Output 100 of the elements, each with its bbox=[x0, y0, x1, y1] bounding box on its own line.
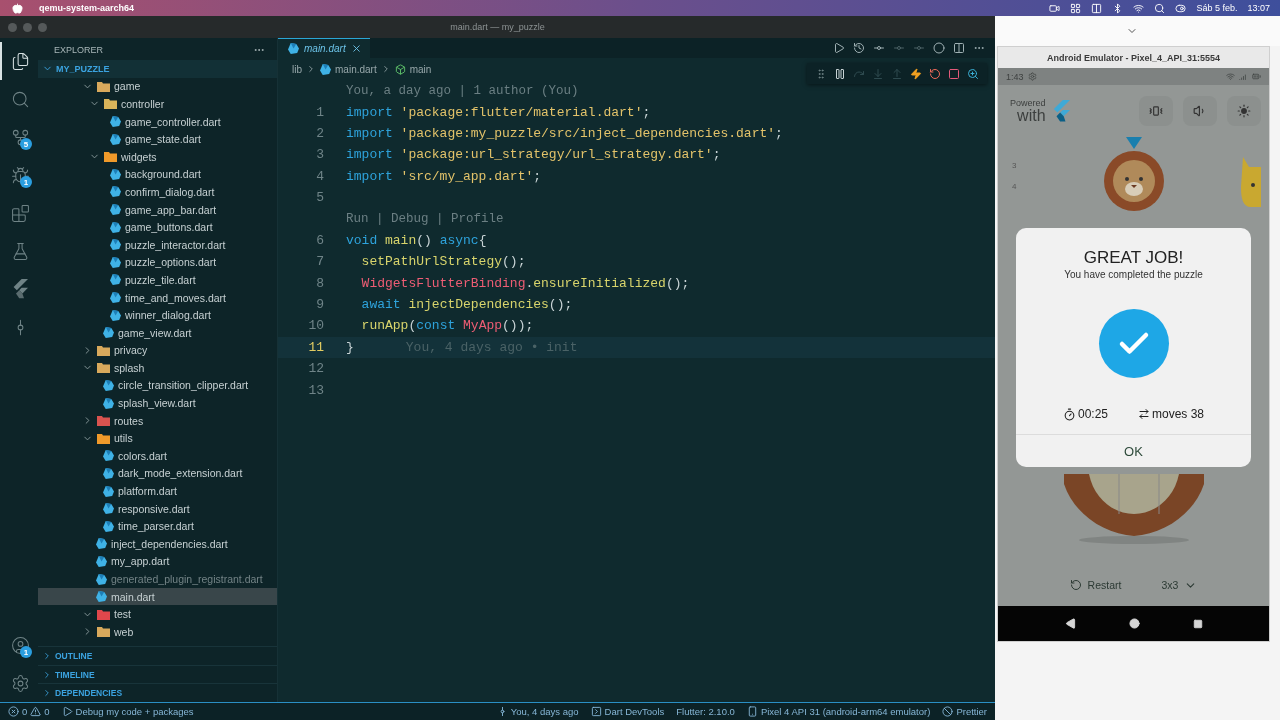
file-item[interactable]: platform.dart bbox=[38, 482, 277, 500]
dart-file-icon bbox=[110, 292, 121, 303]
folder-item[interactable]: game bbox=[38, 77, 277, 96]
count-badge: 1 bbox=[20, 176, 32, 188]
search-icon[interactable] bbox=[1154, 2, 1166, 14]
split-editor-icon[interactable] bbox=[953, 42, 965, 54]
dart-file-icon bbox=[103, 520, 114, 532]
file-item[interactable]: inject_dependencies.dart bbox=[38, 535, 277, 553]
video-icon[interactable] bbox=[1049, 2, 1061, 14]
source-control-icon bbox=[10, 127, 30, 147]
status-item[interactable]: Pixel 4 API 31 (android-arm64 emulator) bbox=[746, 706, 931, 717]
line-number: 7 bbox=[315, 254, 324, 270]
terminal-icon bbox=[590, 706, 602, 717]
file-item[interactable]: puzzle_tile.dart bbox=[38, 271, 277, 289]
folder-item[interactable]: controller bbox=[38, 95, 277, 113]
panel-section[interactable]: TIMELINE bbox=[38, 664, 277, 684]
code-lens[interactable]: Run | Debug | Profile bbox=[346, 212, 504, 227]
grip-icon[interactable] bbox=[815, 67, 827, 80]
file-item[interactable]: main.dart bbox=[38, 587, 277, 606]
back-icon[interactable] bbox=[1064, 618, 1076, 629]
line-number: 8 bbox=[315, 275, 324, 291]
pause-icon[interactable] bbox=[834, 67, 846, 80]
devtools-search-icon[interactable] bbox=[967, 67, 979, 80]
control-center-icon[interactable] bbox=[1175, 2, 1187, 14]
folder-item[interactable]: test bbox=[38, 605, 277, 623]
size-dropdown[interactable]: 3x3 bbox=[1161, 578, 1198, 592]
app-menu[interactable]: qemu-system-aarch64 bbox=[39, 3, 135, 13]
folder-item[interactable]: privacy bbox=[38, 341, 277, 360]
dart-file-icon bbox=[288, 43, 299, 54]
close-icon[interactable] bbox=[350, 43, 362, 54]
status-item[interactable]: Debug my code + packages bbox=[61, 706, 194, 717]
recents-icon[interactable] bbox=[1192, 618, 1203, 629]
blocked-icon bbox=[942, 706, 954, 717]
swap-arrows-icon bbox=[1138, 408, 1150, 421]
file-item[interactable]: generated_plugin_registrant.dart bbox=[38, 570, 277, 588]
project-root[interactable]: MY_PUZZLE bbox=[38, 60, 277, 78]
file-item[interactable]: confirm_dialog.dart bbox=[38, 183, 277, 201]
file-item[interactable]: game_app_bar.dart bbox=[38, 200, 277, 219]
file-item[interactable]: game_buttons.dart bbox=[38, 218, 277, 236]
folder-item[interactable]: splash bbox=[38, 359, 277, 377]
extensions-icon bbox=[10, 203, 30, 223]
file-item[interactable]: my_app.dart bbox=[38, 552, 277, 571]
vibration-button[interactable] bbox=[1139, 96, 1173, 126]
folder-item[interactable]: widgets bbox=[38, 147, 277, 166]
theme-button[interactable] bbox=[1227, 96, 1261, 126]
problems-status[interactable]: 0 0 bbox=[8, 706, 50, 717]
code-line: import 'package:flutter/material.dart'; bbox=[346, 104, 651, 120]
file-item[interactable]: winner_dialog.dart bbox=[38, 306, 277, 324]
status-item[interactable]: You, 4 days ago bbox=[496, 706, 579, 717]
restart-icon[interactable] bbox=[929, 67, 941, 80]
with-label: with bbox=[1017, 107, 1046, 124]
count-badge: 1 bbox=[20, 646, 32, 658]
dart-file-icon bbox=[110, 133, 121, 145]
file-item[interactable]: colors.dart bbox=[38, 447, 277, 465]
file-item[interactable]: responsive.dart bbox=[38, 499, 277, 518]
editor-tab[interactable]: main.dart bbox=[278, 38, 370, 58]
home-icon[interactable] bbox=[1128, 618, 1140, 629]
menu-date[interactable]: Sáb 5 feb. bbox=[1196, 3, 1238, 13]
settings-icon bbox=[1027, 72, 1037, 81]
file-item[interactable]: game_state.dart bbox=[38, 130, 277, 148]
file-item[interactable]: puzzle_interactor.dart bbox=[38, 235, 277, 254]
folder-item[interactable]: utils bbox=[38, 429, 277, 448]
file-item[interactable]: game_controller.dart bbox=[38, 112, 277, 131]
breadcrumb-item[interactable]: lib bbox=[292, 63, 302, 75]
status-item[interactable]: Flutter: 2.10.0 bbox=[676, 706, 735, 717]
folder-item[interactable]: routes bbox=[38, 411, 277, 430]
status-item[interactable]: Prettier bbox=[942, 706, 987, 717]
apple-icon[interactable] bbox=[12, 2, 23, 14]
breadcrumb-item[interactable]: main bbox=[394, 63, 432, 75]
debug-icon bbox=[61, 706, 73, 717]
file-item[interactable]: splash_view.dart bbox=[38, 394, 277, 412]
folder-item[interactable]: web bbox=[38, 623, 277, 641]
lightning-icon[interactable] bbox=[910, 67, 922, 80]
sound-button[interactable] bbox=[1183, 96, 1217, 126]
file-item[interactable]: background.dart bbox=[38, 165, 277, 184]
run-icon[interactable] bbox=[833, 42, 845, 54]
moves-stat: moves 38 bbox=[1138, 406, 1205, 423]
wifi-icon[interactable] bbox=[1133, 2, 1145, 14]
layout-icon[interactable] bbox=[1070, 2, 1082, 14]
display-icon[interactable] bbox=[1091, 2, 1103, 14]
stop-icon[interactable] bbox=[948, 67, 960, 80]
dart-file-icon bbox=[110, 309, 121, 321]
file-item[interactable]: circle_transition_clipper.dart bbox=[38, 376, 277, 395]
menu-clock[interactable]: 13:07 bbox=[1247, 3, 1270, 13]
file-item[interactable]: puzzle_options.dart bbox=[38, 253, 277, 272]
circle-icon[interactable] bbox=[933, 42, 945, 54]
breadcrumb-item[interactable]: main.dart bbox=[320, 63, 377, 75]
wifi-icon bbox=[1226, 72, 1235, 81]
line-number: 6 bbox=[315, 232, 324, 248]
status-item[interactable]: Dart DevTools bbox=[590, 706, 665, 717]
file-item[interactable]: game_view.dart bbox=[38, 323, 277, 342]
restart-button[interactable]: Restart bbox=[1069, 579, 1122, 591]
panel-section[interactable]: OUTLINE bbox=[38, 646, 277, 665]
file-item[interactable]: time_parser.dart bbox=[38, 517, 277, 536]
phone-clock: 1:43 bbox=[1006, 71, 1024, 82]
dart-file-icon bbox=[110, 186, 121, 198]
history-icon[interactable] bbox=[853, 42, 865, 54]
ok-button[interactable]: OK bbox=[1016, 435, 1251, 467]
file-item[interactable]: time_and_moves.dart bbox=[38, 288, 277, 307]
file-item[interactable]: dark_mode_extension.dart bbox=[38, 464, 277, 483]
